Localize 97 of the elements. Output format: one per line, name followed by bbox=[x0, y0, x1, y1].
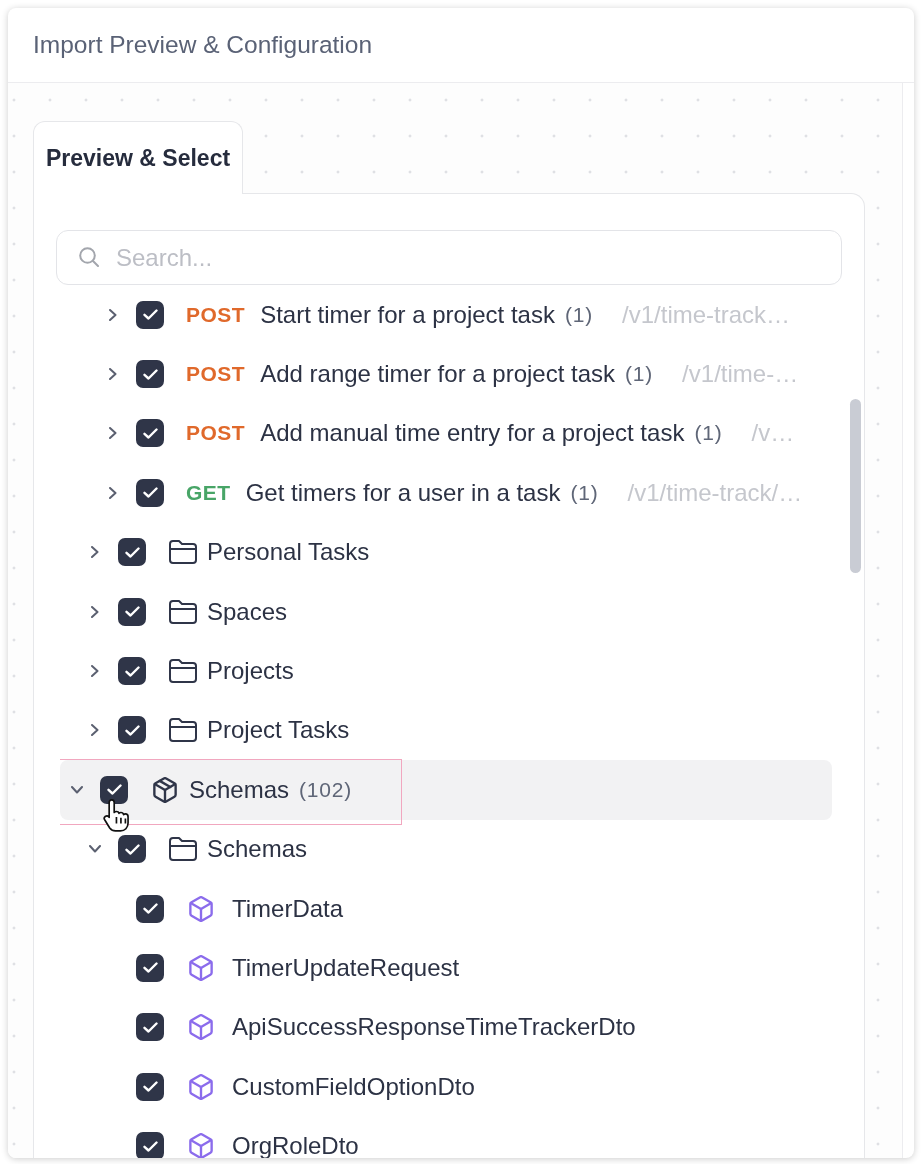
check-icon bbox=[142, 427, 158, 439]
tree-row[interactable]: ApiSuccessResponseTimeTrackerDto bbox=[60, 997, 832, 1058]
row-label: TimerData bbox=[232, 894, 344, 923]
folder-icon bbox=[169, 836, 197, 863]
row-label: ApiSuccessResponseTimeTrackerDto bbox=[232, 1013, 636, 1042]
checkbox[interactable] bbox=[118, 657, 146, 686]
chevron-down-icon[interactable] bbox=[89, 845, 101, 854]
item-count: (1) bbox=[694, 421, 723, 446]
tree-row[interactable]: TimerData bbox=[60, 878, 832, 939]
tree-row[interactable]: POST Add manual time entry for a project task (1) /v… bbox=[60, 403, 832, 464]
row-label: Start timer for a project task bbox=[260, 300, 555, 329]
tree-row[interactable]: POST Add range timer for a project task (1) /v1/time-… bbox=[60, 344, 832, 404]
checkbox[interactable] bbox=[136, 894, 164, 923]
check-icon bbox=[124, 665, 140, 677]
row-label: TimerUpdateRequest bbox=[232, 954, 460, 982]
check-icon bbox=[142, 368, 158, 380]
method-label: GET bbox=[186, 480, 231, 505]
check-icon bbox=[142, 487, 158, 499]
row-label: Spaces bbox=[207, 597, 288, 626]
tree-row[interactable]: CustomFieldOptionDto bbox=[60, 1057, 832, 1117]
checkbox[interactable] bbox=[136, 300, 164, 329]
tree-row[interactable]: GET Get timers for a user in a task (1) /v1/time-track/… bbox=[60, 463, 832, 523]
checkbox[interactable] bbox=[118, 835, 146, 864]
scrollbar-thumb[interactable] bbox=[850, 399, 861, 573]
search-icon bbox=[79, 247, 99, 267]
endpoint-path: /v1/time-track… bbox=[622, 300, 791, 329]
endpoint-path: /v… bbox=[751, 419, 795, 448]
check-icon bbox=[124, 546, 140, 558]
row-label: Personal Tasks bbox=[207, 538, 370, 567]
tab[interactable]: Preview & Select bbox=[33, 121, 244, 194]
chevron-right-icon[interactable] bbox=[109, 308, 117, 321]
chevron-right-icon[interactable] bbox=[91, 724, 99, 737]
chevron-right-icon[interactable] bbox=[91, 605, 99, 618]
checkbox[interactable] bbox=[136, 478, 164, 507]
item-count: (1) bbox=[564, 302, 594, 327]
tree-row[interactable]: TimerUpdateRequest bbox=[60, 938, 832, 998]
row-label: Add range timer for a project task bbox=[260, 360, 616, 389]
folder-icon bbox=[169, 658, 197, 685]
row-label: Schemas bbox=[207, 835, 308, 864]
checkbox[interactable] bbox=[136, 1013, 164, 1042]
checkbox[interactable] bbox=[118, 538, 146, 567]
row-label: Get timers for a user in a task bbox=[245, 478, 561, 507]
check-icon bbox=[142, 1021, 158, 1033]
checkbox[interactable] bbox=[118, 597, 146, 626]
cube-icon bbox=[187, 1133, 215, 1158]
checkbox[interactable] bbox=[136, 954, 164, 982]
check-icon bbox=[106, 784, 122, 796]
chevron-right-icon[interactable] bbox=[109, 427, 117, 440]
check-icon bbox=[124, 606, 140, 618]
chevron-right-icon[interactable] bbox=[91, 546, 99, 559]
chevron-right-icon[interactable] bbox=[91, 665, 99, 678]
hand-cursor-icon bbox=[103, 798, 131, 833]
folder-icon bbox=[169, 539, 197, 566]
method-label: POST bbox=[186, 302, 246, 327]
method-label: POST bbox=[186, 421, 246, 446]
endpoint-path: /v1/time-… bbox=[682, 360, 799, 389]
tree-row[interactable]: Spaces bbox=[60, 581, 832, 642]
tree-row[interactable]: POST Start timer for a project task (1) /v1/time-track… bbox=[60, 285, 832, 345]
checkbox[interactable] bbox=[100, 775, 128, 804]
checkbox[interactable] bbox=[136, 1072, 164, 1101]
check-icon bbox=[142, 903, 158, 915]
package-icon bbox=[151, 776, 179, 803]
endpoint-path: /v1/time-track/… bbox=[627, 478, 803, 507]
item-count: (1) bbox=[625, 362, 654, 387]
row-label: CustomFieldOptionDto bbox=[232, 1072, 475, 1101]
item-count: (102) bbox=[299, 777, 353, 802]
check-icon bbox=[124, 843, 140, 855]
cube-icon bbox=[187, 955, 215, 981]
check-icon bbox=[142, 1081, 158, 1093]
checkbox[interactable] bbox=[136, 1132, 164, 1158]
check-icon bbox=[142, 309, 158, 321]
checkbox[interactable] bbox=[136, 419, 164, 448]
check-icon bbox=[142, 962, 158, 974]
row-label: Project Tasks bbox=[207, 716, 350, 745]
cube-icon bbox=[187, 895, 215, 922]
folder-icon bbox=[169, 598, 197, 625]
row-label: Projects bbox=[207, 657, 294, 686]
item-count: (1) bbox=[570, 480, 599, 505]
check-icon bbox=[124, 724, 140, 736]
chevron-right-icon[interactable] bbox=[109, 486, 117, 499]
tree-row[interactable]: Schemas bbox=[60, 819, 832, 879]
cube-icon bbox=[187, 1014, 215, 1041]
search-field[interactable]: Search... bbox=[56, 230, 842, 285]
method-label: POST bbox=[186, 362, 246, 387]
tree-row[interactable]: Projects bbox=[60, 641, 832, 701]
tree-row[interactable]: Project Tasks bbox=[60, 700, 832, 761]
chevron-down-icon[interactable] bbox=[71, 785, 83, 794]
checkbox[interactable] bbox=[136, 360, 164, 389]
tree-row[interactable]: Personal Tasks bbox=[60, 522, 832, 582]
checkbox[interactable] bbox=[118, 716, 146, 745]
dialog-title: Import Preview & Configuration bbox=[33, 31, 373, 59]
row-label: Schemas bbox=[189, 775, 290, 804]
folder-icon bbox=[169, 717, 197, 744]
check-icon bbox=[142, 1140, 158, 1152]
chevron-right-icon[interactable] bbox=[109, 368, 117, 381]
row-label: Add manual time entry for a project task bbox=[260, 419, 685, 448]
cube-icon bbox=[187, 1073, 215, 1100]
